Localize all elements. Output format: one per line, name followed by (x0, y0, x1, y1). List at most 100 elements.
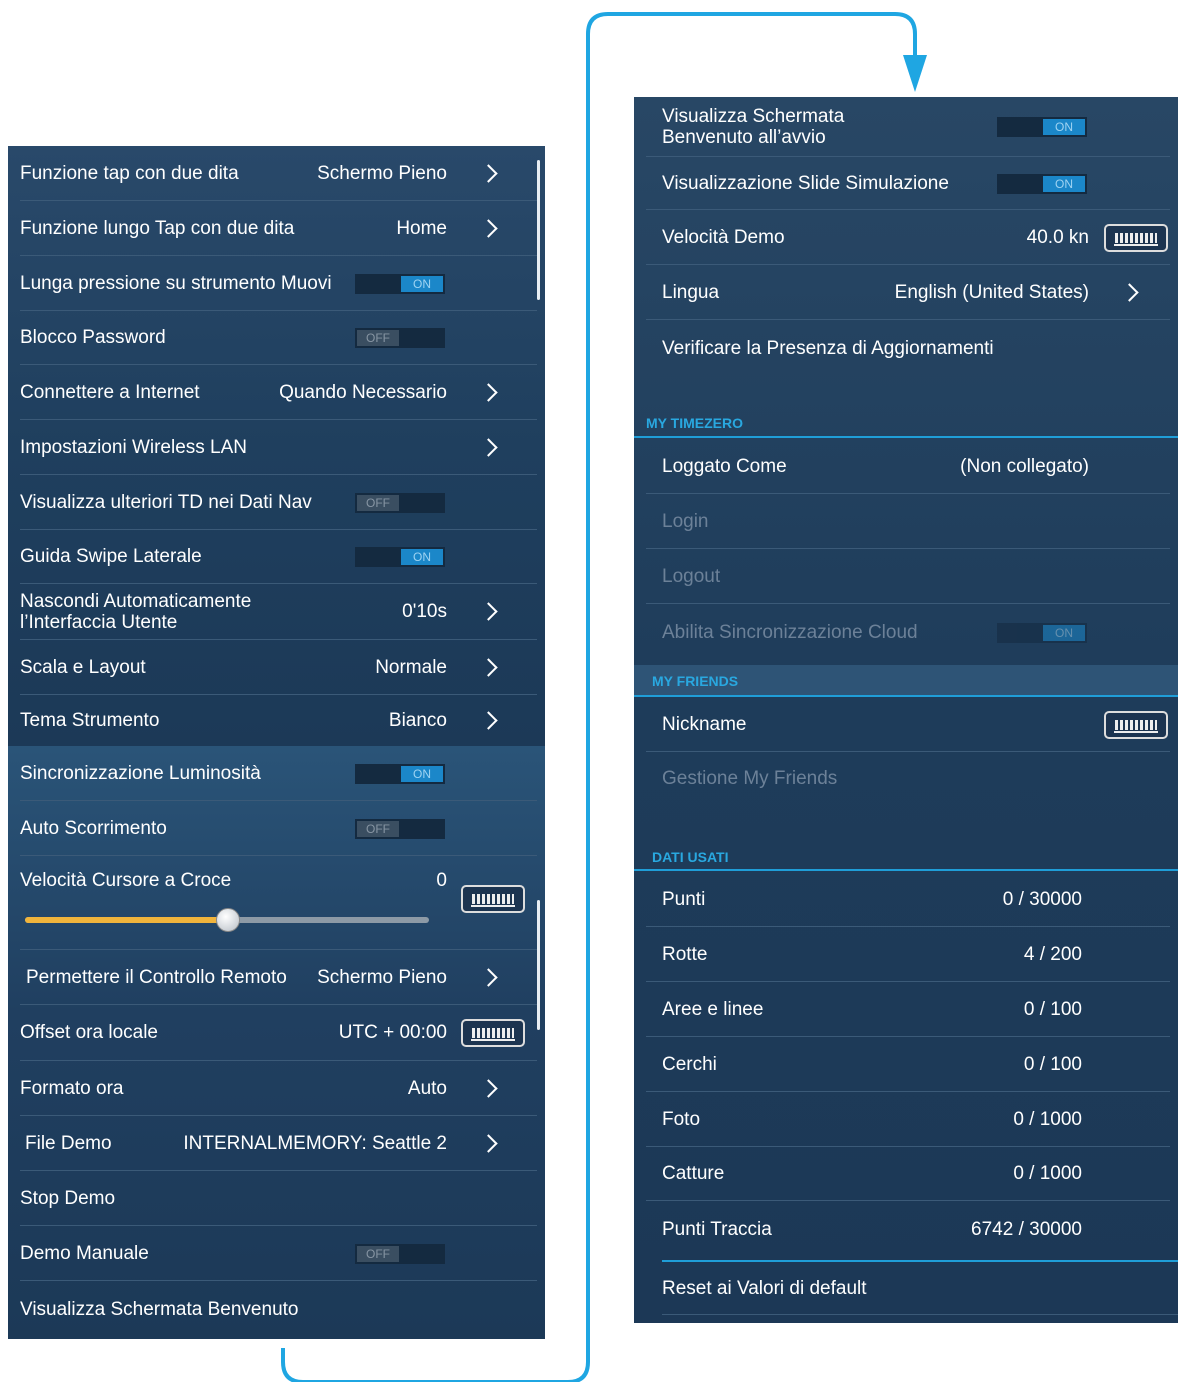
setting-row-aree-e-linee[interactable]: Aree e linee 0 / 100 (634, 982, 1178, 1037)
setting-label: Stop Demo (20, 1187, 116, 1209)
setting-value: 6742 / 30000 (971, 1219, 1082, 1240)
toggle-switch[interactable]: ON (997, 117, 1087, 137)
chevron-right-icon[interactable] (479, 967, 498, 987)
toggle-state: ON (401, 549, 443, 565)
toggle-switch[interactable]: OFF (355, 492, 445, 513)
setting-row-nickname[interactable]: Nickname (634, 697, 1178, 752)
setting-row-file-demo[interactable]: File Demo INTERNALMEMORY: Seattle 2 (8, 1116, 545, 1171)
setting-row-lingua[interactable]: Lingua English (United States) (634, 265, 1178, 320)
reset-defaults-button[interactable]: Reset ai Valori di default (634, 1263, 1178, 1315)
setting-row-visualizza-schermata[interactable]: Visualizza Schermata Benvenuto all’avvio… (634, 97, 1178, 157)
setting-label: Impostazioni Wireless LAN (20, 436, 248, 458)
setting-value: 0 / 100 (1023, 1053, 1082, 1075)
setting-label: Funzione lungo Tap con due dita (20, 217, 295, 239)
setting-row-scala-e-layout[interactable]: Scala e Layout Normale (8, 640, 545, 695)
setting-row-visualizza-ulteriori-td-nei-dati-nav[interactable]: Visualizza ulteriori TD nei Dati Nav OFF (8, 475, 545, 530)
reset-divider (662, 1260, 1178, 1262)
chevron-right-icon[interactable] (479, 657, 498, 677)
keyboard-icon[interactable] (1104, 710, 1168, 739)
setting-label: Funzione tap con due dita (20, 162, 239, 184)
setting-label: Visualizzazione Slide Simulazione (662, 172, 949, 194)
keyboard-icon[interactable] (1104, 223, 1168, 252)
setting-row-funzione-tap-con-due-dita[interactable]: Funzione tap con due dita Schermo Pieno (8, 146, 545, 201)
setting-row-punti[interactable]: Punti 0 / 30000 (634, 872, 1178, 927)
setting-row-foto[interactable]: Foto 0 / 1000 (634, 1092, 1178, 1147)
setting-row-velocit-cursore-a-croce[interactable]: Velocità Cursore a Croce 0 (8, 856, 545, 950)
setting-row-catture[interactable]: Catture 0 / 1000 (634, 1146, 1178, 1201)
setting-row-formato-ora[interactable]: Formato ora Auto (8, 1061, 545, 1116)
reset-label: Reset ai Valori di default (662, 1278, 867, 1299)
chevron-right-icon[interactable] (479, 1078, 498, 1098)
setting-value: (Non collegato) (960, 455, 1089, 477)
slider-fill (25, 917, 227, 923)
setting-row-tema-strumento[interactable]: Tema Strumento Bianco (8, 695, 545, 746)
setting-row-permettere-il-controllo-remoto[interactable]: Permettere il Controllo Remoto Schermo Pi… (8, 950, 545, 1005)
slider-thumb[interactable] (216, 908, 240, 932)
setting-label: Tema Strumento (20, 709, 160, 731)
setting-row-impostazioni-wireless-lan[interactable]: Impostazioni Wireless LAN (8, 420, 545, 475)
setting-label: Connettere a Internet (20, 381, 200, 403)
speed-slider[interactable] (25, 908, 429, 932)
row-divider (662, 1314, 1178, 1315)
settings-panel-left-bottom: Sincronizzazione Luminosità ON Auto Scorri… (8, 746, 545, 1339)
toggle-switch[interactable]: OFF (355, 328, 445, 348)
setting-label: Lunga pressione su strumento Muovi (20, 272, 332, 294)
setting-label: Abilita Sincronizzazione Cloud (662, 622, 918, 643)
setting-row-punti-traccia[interactable]: Punti Traccia 6742 / 30000 (634, 1201, 1178, 1259)
setting-value: Auto (407, 1077, 447, 1099)
setting-row-blocco-password[interactable]: Blocco Password OFF (8, 311, 545, 365)
toggle-switch[interactable]: ON (355, 763, 445, 784)
setting-label: File Demo (25, 1132, 112, 1154)
setting-row-funzione-lungo-tap-con-due-dita[interactable]: Funzione lungo Tap con due dita Home (8, 201, 545, 256)
setting-row-sincronizzazione-luminosit[interactable]: Sincronizzazione Luminosità ON (8, 746, 545, 801)
setting-label: Logout (662, 565, 721, 587)
section-title: DATI USATI (652, 849, 729, 865)
setting-row-auto-scorrimento[interactable]: Auto Scorrimento OFF (8, 801, 545, 856)
setting-row-loggato-come[interactable]: Loggato Come (Non collegato) (634, 439, 1178, 494)
setting-value: Bianco (388, 709, 447, 731)
setting-value: 0'10s (402, 601, 447, 622)
setting-label: Catture (662, 1162, 725, 1184)
scrollbar[interactable] (537, 900, 540, 1030)
setting-row-nascondi-automaticamente[interactable]: Nascondi Automaticamente l’Interfaccia U… (8, 584, 545, 640)
chevron-right-icon[interactable] (479, 382, 498, 402)
setting-row-demo-manuale[interactable]: Demo Manuale OFF (8, 1226, 545, 1281)
keyboard-icon[interactable] (461, 1019, 525, 1047)
setting-row-lunga-pressione-su-strumento-muovi[interactable]: Lunga pressione su strumento Muovi ON (8, 256, 545, 311)
setting-row-verificare-la-presenza-di-aggiornamenti[interactable]: Verificare la Presenza di Aggiornamenti (634, 320, 1178, 377)
toggle-state: ON (1043, 175, 1085, 192)
setting-row-visualizza-schermata-benvenuto[interactable]: Visualizza Schermata Benvenuto (8, 1281, 545, 1339)
setting-row-rotte[interactable]: Rotte 4 / 200 (634, 927, 1178, 982)
setting-row-offset-ora-locale[interactable]: Offset ora locale UTC + 00:00 (8, 1005, 545, 1061)
setting-row-cerchi[interactable]: Cerchi 0 / 100 (634, 1037, 1178, 1092)
keyboard-icon[interactable] (461, 885, 525, 913)
toggle-state: ON (1043, 625, 1085, 641)
chevron-right-icon[interactable] (479, 218, 498, 238)
chevron-right-icon[interactable] (1120, 282, 1139, 302)
toggle-switch[interactable]: ON (997, 173, 1087, 194)
setting-value: 0 (436, 870, 447, 891)
setting-value: 4 / 200 (1023, 943, 1082, 965)
setting-label: Blocco Password (20, 327, 166, 348)
chevron-right-icon[interactable] (479, 437, 498, 457)
setting-row-connettere-a-internet[interactable]: Connettere a Internet Quando Necessario (8, 365, 545, 420)
chevron-right-icon[interactable] (479, 163, 498, 183)
toggle-switch[interactable]: ON (355, 547, 445, 567)
setting-label: Permettere il Controllo Remoto (26, 966, 287, 988)
setting-row-stop-demo[interactable]: Stop Demo (8, 1171, 545, 1226)
scrollbar[interactable] (537, 160, 540, 300)
chevron-right-icon[interactable] (479, 602, 498, 621)
toggle-state: OFF (357, 1245, 399, 1262)
section-title: MY TIMEZERO (646, 415, 743, 431)
chevron-right-icon[interactable] (479, 710, 498, 730)
toggle-switch[interactable]: OFF (355, 818, 445, 839)
setting-value: UTC + 00:00 (338, 1022, 447, 1043)
setting-row-visualizzazione-slide-simulazione[interactable]: Visualizzazione Slide Simulazione ON (634, 157, 1178, 210)
toggle-switch[interactable]: ON (355, 273, 445, 294)
setting-row-velocit-demo[interactable]: Velocità Demo 40.0 kn (634, 210, 1178, 265)
toggle-switch[interactable]: OFF (355, 1243, 445, 1264)
setting-value: Quando Necessario (279, 381, 447, 403)
chevron-right-icon[interactable] (479, 1133, 498, 1153)
setting-row-guida-swipe-laterale[interactable]: Guida Swipe Laterale ON (8, 530, 545, 584)
setting-value: 0 / 30000 (1002, 888, 1082, 910)
